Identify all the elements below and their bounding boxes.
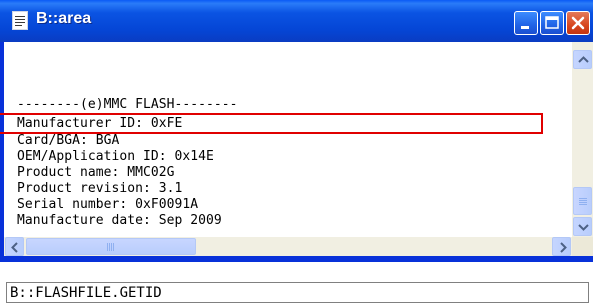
window-title: B::area <box>36 10 92 27</box>
area-line: Card/BGA: BGA <box>17 133 120 148</box>
command-input[interactable] <box>7 284 585 302</box>
chevron-down-icon <box>578 224 589 231</box>
area-line: Product name: MMC02G <box>17 165 175 180</box>
close-icon <box>571 16 585 30</box>
vertical-scrollbar[interactable] <box>572 42 593 255</box>
area-text-view[interactable]: --------(e)MMC FLASH-------- Manufacture… <box>4 42 572 237</box>
area-line: Product revision: 3.1 <box>17 181 183 196</box>
area-line: OEM/Application ID: 0x14E <box>17 149 214 164</box>
chevron-left-icon <box>11 242 18 253</box>
area-client: --------(e)MMC FLASH-------- Manufacture… <box>4 42 572 255</box>
scroll-up-button[interactable] <box>573 50 592 69</box>
scroll-right-button[interactable] <box>552 237 571 256</box>
document-icon <box>12 11 28 30</box>
command-line-frame <box>6 282 589 303</box>
maximize-icon <box>545 16 559 29</box>
maximize-button[interactable] <box>540 11 564 35</box>
title-bar[interactable]: B::area <box>0 0 593 42</box>
command-line-bar <box>0 276 593 304</box>
highlight-box <box>0 113 543 134</box>
chevron-right-icon <box>560 242 567 253</box>
scroll-left-button[interactable] <box>5 237 24 256</box>
chevron-up-icon <box>578 56 589 63</box>
minimize-icon <box>521 26 529 29</box>
close-button[interactable] <box>566 11 590 35</box>
vertical-scroll-thumb[interactable] <box>573 187 592 215</box>
horizontal-scroll-thumb[interactable] <box>26 238 196 255</box>
area-line: Serial number: 0xF0091A <box>17 197 199 212</box>
area-line: --------(e)MMC FLASH-------- <box>17 97 238 112</box>
minimize-button[interactable] <box>514 11 538 35</box>
horizontal-scrollbar[interactable] <box>4 237 572 256</box>
area-line: Manufacture date: Sep 2009 <box>17 213 222 228</box>
scrollbar-corner <box>572 237 593 256</box>
scroll-down-button[interactable] <box>573 217 592 236</box>
